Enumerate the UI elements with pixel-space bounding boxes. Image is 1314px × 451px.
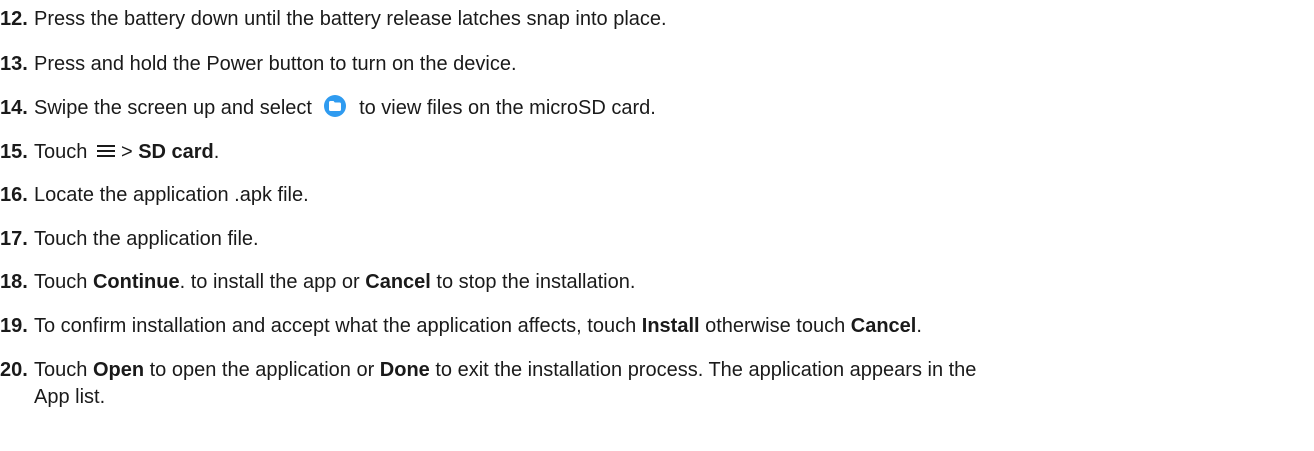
step-text: To confirm installation and accept what … (34, 315, 642, 337)
step-15: 15. Touch > SD card. (0, 139, 1314, 166)
cancel-label: Cancel (365, 271, 431, 293)
step-text: Swipe the screen up and select (34, 97, 318, 119)
step-text: otherwise touch (699, 315, 851, 337)
step-number: 16. (0, 184, 28, 206)
step-text: to view files on the microSD card. (353, 97, 656, 119)
step-text: Press the battery down until the battery… (34, 8, 667, 30)
step-text: Touch (34, 141, 93, 163)
step-20: 20. Touch Open to open the application or… (0, 357, 1314, 408)
step-number: 18. (0, 271, 28, 293)
step-13: 13. Press and hold the Power button to tu… (0, 51, 1314, 78)
step-19: 19. To confirm installation and accept wh… (0, 313, 1314, 340)
step-number: 14. (0, 97, 28, 119)
step-text: Locate the application .apk file. (34, 184, 309, 206)
step-text: to exit the installation process. The ap… (429, 359, 977, 381)
step-text: . (213, 141, 220, 163)
step-text: . to install the app or (179, 271, 366, 293)
step-number: 20. (0, 359, 28, 381)
step-number: 15. (0, 141, 28, 163)
step-14: 14. Swipe the screen up and select to vie… (0, 95, 1314, 122)
step-text-continuation: App list. (34, 386, 106, 408)
open-label: Open (92, 359, 145, 381)
step-number: 12. (0, 8, 28, 30)
step-text: to stop the installation. (430, 271, 636, 293)
done-label: Done (379, 359, 430, 381)
step-text: . (916, 315, 922, 337)
step-text: > (120, 141, 139, 163)
files-folder-icon (323, 95, 346, 117)
step-17: 17. Touch the application file. (0, 226, 1314, 253)
install-label: Install (641, 315, 700, 337)
menu-icon (96, 144, 115, 158)
step-text: Touch (34, 271, 93, 293)
continue-label: Continue (92, 271, 180, 293)
step-text: Touch (34, 359, 93, 381)
step-text: Press and hold the Power button to turn … (34, 53, 517, 75)
step-number: 17. (0, 228, 28, 250)
step-16: 16. Locate the application .apk file. (0, 182, 1314, 209)
sd-card-label: SD card (138, 141, 214, 163)
step-12: 12. Press the battery down until the batt… (0, 6, 1314, 33)
cancel-label: Cancel (850, 315, 917, 337)
step-text: to open the application or (144, 359, 380, 381)
step-text: Touch the application file. (34, 228, 259, 250)
step-number: 19. (0, 315, 28, 337)
step-18: 18. Touch Continue. to install the app or… (0, 269, 1314, 296)
step-number: 13. (0, 53, 28, 75)
